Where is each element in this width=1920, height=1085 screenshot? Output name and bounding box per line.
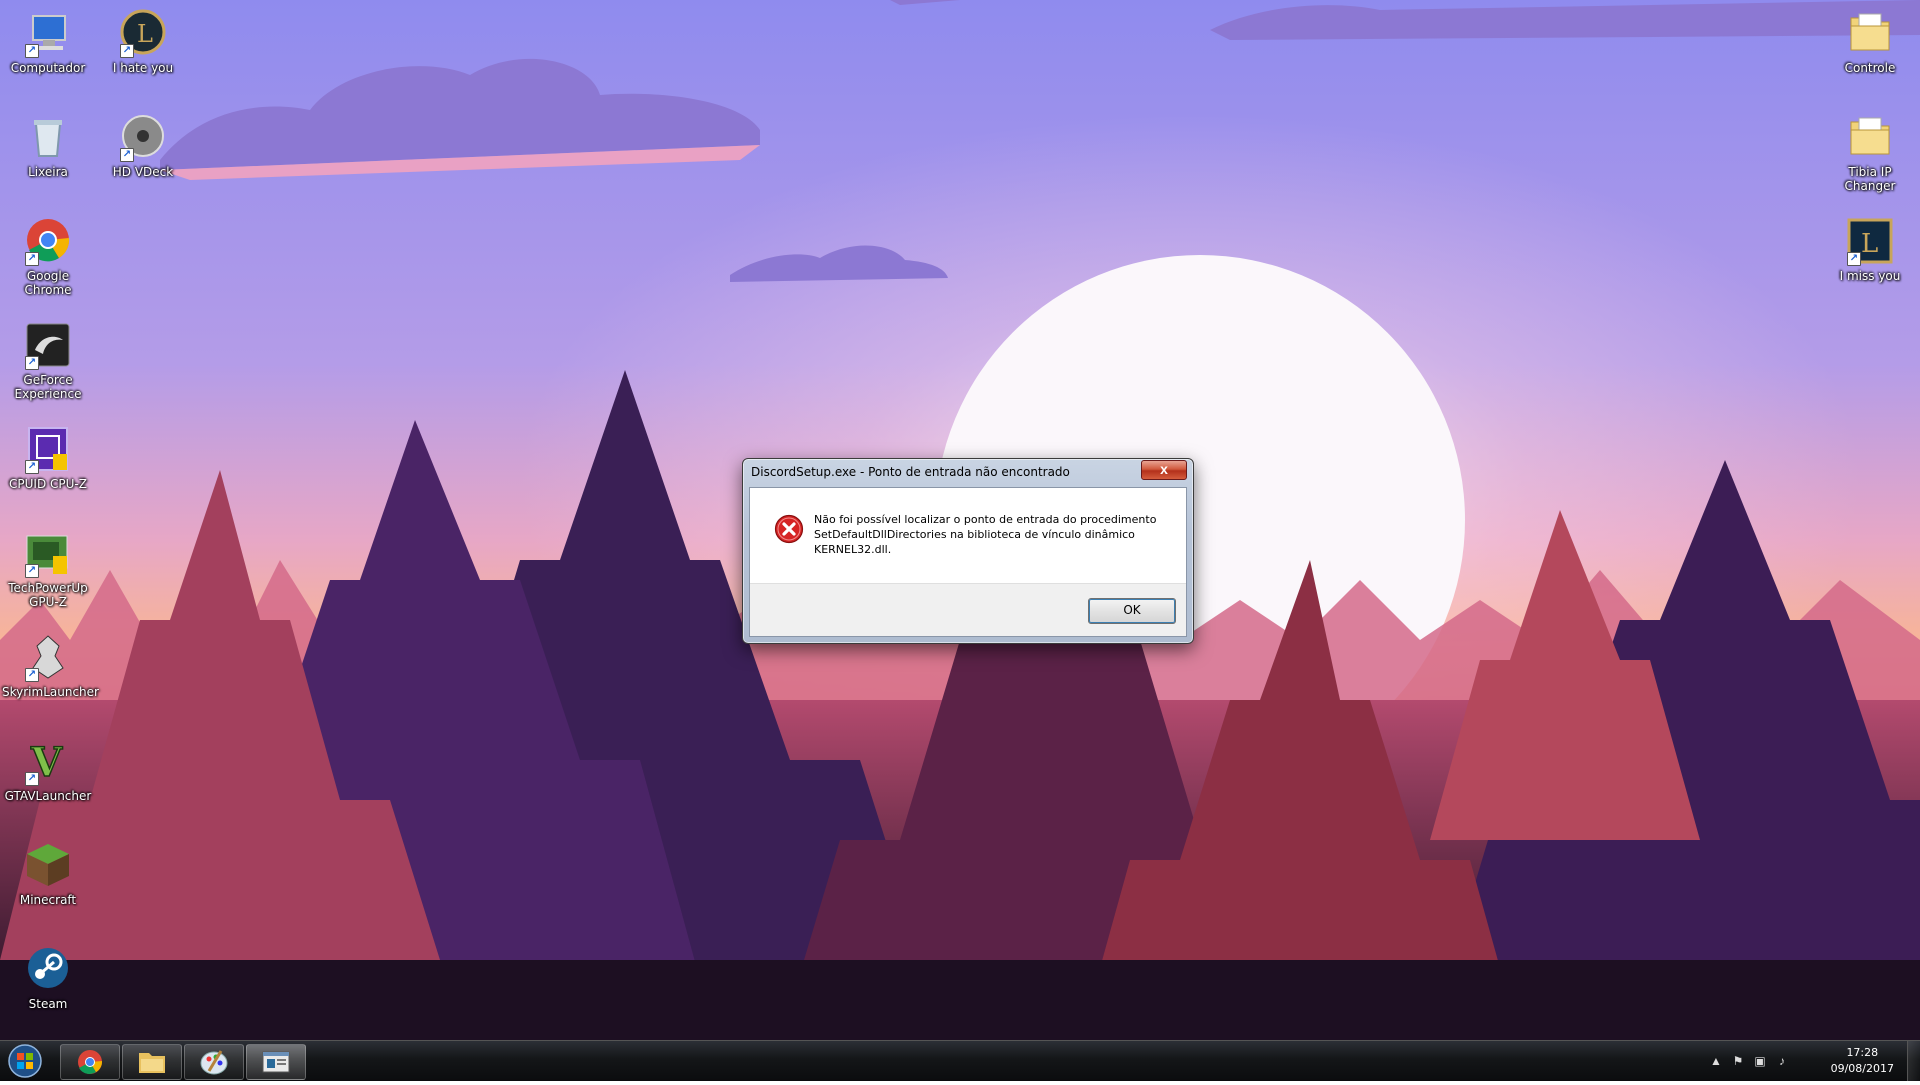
desktop-icon-tibia-ip-changer[interactable]: Tibia IP Changer bbox=[1824, 112, 1916, 193]
shortcut-arrow-icon: ↗ bbox=[25, 460, 39, 474]
clock-date: 09/08/2017 bbox=[1830, 1062, 1894, 1075]
action-center-flag-icon[interactable]: ⚑ bbox=[1730, 1053, 1746, 1069]
desktop-icon-label: SkyrimLauncher bbox=[2, 685, 99, 699]
hd-vdeck-icon: ↗ bbox=[118, 112, 168, 162]
desktop-icon-controle[interactable]: Controle bbox=[1824, 8, 1916, 75]
desktop-icon-label: CPUID CPU-Z bbox=[9, 477, 87, 491]
shortcut-arrow-icon: ↗ bbox=[25, 564, 39, 578]
shortcut-arrow-icon: ↗ bbox=[25, 668, 39, 682]
paint-icon bbox=[200, 1050, 228, 1075]
dialog-title: DiscordSetup.exe - Ponto de entrada não … bbox=[751, 465, 1070, 479]
desktop-icon-gtav-launcher[interactable]: V ↗ GTAVLauncher bbox=[2, 736, 94, 803]
geforce-icon: ↗ bbox=[23, 320, 73, 370]
dialog-message: Não foi possível localizar o ponto de en… bbox=[814, 512, 1164, 557]
desktop-icon-cpuid-cpu-z[interactable]: ↗ CPUID CPU-Z bbox=[2, 424, 94, 491]
system-tray: ▲ ⚑ ▣ ♪ 17:28 09/08/2017 bbox=[1700, 1041, 1920, 1081]
gtav-icon: V ↗ bbox=[23, 736, 73, 787]
show-desktop-button[interactable] bbox=[1907, 1041, 1920, 1081]
skyrim-icon: ↗ bbox=[23, 632, 73, 682]
desktop-icon-hd-vdeck[interactable]: ↗ HD VDeck bbox=[97, 112, 189, 179]
shortcut-arrow-icon: ↗ bbox=[25, 772, 39, 786]
desktop-icon-steam[interactable]: Steam bbox=[2, 944, 94, 1011]
desktop-icon-label: Steam bbox=[28, 997, 68, 1011]
discord-setup-icon bbox=[262, 1051, 290, 1073]
desktop-icon-i-hate-you[interactable]: L ↗ I hate you bbox=[97, 8, 189, 75]
start-button[interactable] bbox=[5, 1042, 45, 1080]
close-button[interactable]: x bbox=[1141, 460, 1187, 480]
volume-icon[interactable]: ♪ bbox=[1774, 1053, 1790, 1069]
desktop-icon-minecraft[interactable]: Minecraft bbox=[2, 840, 94, 907]
desktop-icon-label: Controle bbox=[1844, 61, 1896, 75]
desktop-icon-lixeira[interactable]: Lixeira bbox=[2, 112, 94, 179]
dialog-footer: OK bbox=[750, 583, 1186, 636]
shortcut-arrow-icon: ↗ bbox=[25, 44, 39, 58]
desktop-icon-label: Computador bbox=[10, 61, 86, 75]
show-hidden-icons-icon[interactable]: ▲ bbox=[1708, 1053, 1724, 1069]
minecraft-icon bbox=[23, 840, 73, 890]
desktop-icon-label: GTAVLauncher bbox=[4, 789, 92, 803]
league-of-legends-icon: L ↗ bbox=[118, 8, 168, 58]
taskbar: ▲ ⚑ ▣ ♪ 17:28 09/08/2017 bbox=[0, 1040, 1920, 1081]
gpuz-icon: ↗ bbox=[23, 528, 73, 578]
shortcut-arrow-icon: ↗ bbox=[120, 44, 134, 58]
desktop-icon-label: GeForce Experience bbox=[14, 373, 82, 401]
desktop-icon-label: Lixeira bbox=[28, 165, 68, 179]
desktop-icon-skyrim-launcher[interactable]: ↗ SkyrimLauncher bbox=[2, 632, 99, 699]
clock[interactable]: 17:28 09/08/2017 bbox=[1831, 1045, 1894, 1077]
error-dialog[interactable]: DiscordSetup.exe - Ponto de entrada não … bbox=[742, 458, 1194, 644]
network-icon[interactable]: ▣ bbox=[1752, 1053, 1768, 1069]
ok-button[interactable]: OK bbox=[1088, 598, 1176, 624]
chrome-icon: ↗ bbox=[23, 216, 73, 266]
desktop-icon-label: I hate you bbox=[112, 61, 174, 75]
steam-icon bbox=[23, 944, 73, 994]
file-explorer-icon bbox=[139, 1053, 165, 1073]
computer-icon: ↗ bbox=[23, 8, 73, 58]
clock-time: 17:28 bbox=[1846, 1046, 1879, 1059]
desktop-icon-i-miss-you[interactable]: L ↗ I miss you bbox=[1824, 216, 1916, 283]
shortcut-arrow-icon: ↗ bbox=[120, 148, 134, 162]
desktop-icon-label: HD VDeck bbox=[112, 165, 174, 179]
shortcut-arrow-icon: ↗ bbox=[1847, 252, 1861, 266]
message-line: SetDefaultDllDirectories na biblioteca d… bbox=[814, 528, 1135, 541]
desktop-icon-google-chrome[interactable]: ↗ Google Chrome bbox=[2, 216, 94, 297]
shortcut-arrow-icon: ↗ bbox=[25, 356, 39, 370]
desktop-icon-label: Google Chrome bbox=[24, 269, 72, 297]
message-line: KERNEL32.dll. bbox=[814, 543, 892, 556]
desktop-icon-geforce-experience[interactable]: ↗ GeForce Experience bbox=[2, 320, 94, 401]
desktop-icon-computador[interactable]: ↗ Computador bbox=[2, 8, 94, 75]
folder-icon bbox=[1845, 8, 1895, 58]
desktop-icon-techpowerup-gpu-z[interactable]: ↗ TechPowerUp GPU-Z bbox=[2, 528, 94, 609]
taskbar-discord-setup-button[interactable] bbox=[246, 1044, 306, 1080]
dialog-body: Não foi possível localizar o ponto de en… bbox=[749, 487, 1187, 637]
cpuz-icon: ↗ bbox=[23, 424, 73, 474]
taskbar-explorer-button[interactable] bbox=[122, 1044, 182, 1080]
desktop-icon-label: Minecraft bbox=[19, 893, 77, 907]
recycle-bin-icon bbox=[23, 112, 73, 162]
error-icon bbox=[774, 514, 804, 544]
svg-text:L: L bbox=[137, 20, 153, 48]
league-of-legends-icon: L ↗ bbox=[1845, 216, 1895, 266]
shortcut-arrow-icon: ↗ bbox=[25, 252, 39, 266]
svg-text:L: L bbox=[1861, 229, 1878, 259]
desktop-icon-label: I miss you bbox=[1839, 269, 1901, 283]
desktop-icon-label: TechPowerUp GPU-Z bbox=[8, 581, 88, 609]
folder-icon bbox=[1845, 112, 1895, 162]
desktop-icon-label: Tibia IP Changer bbox=[1844, 165, 1896, 193]
chrome-icon bbox=[78, 1050, 103, 1074]
message-line: Não foi possível localizar o ponto de en… bbox=[814, 513, 1157, 526]
taskbar-chrome-button[interactable] bbox=[60, 1044, 120, 1080]
taskbar-paint-button[interactable] bbox=[184, 1044, 244, 1080]
